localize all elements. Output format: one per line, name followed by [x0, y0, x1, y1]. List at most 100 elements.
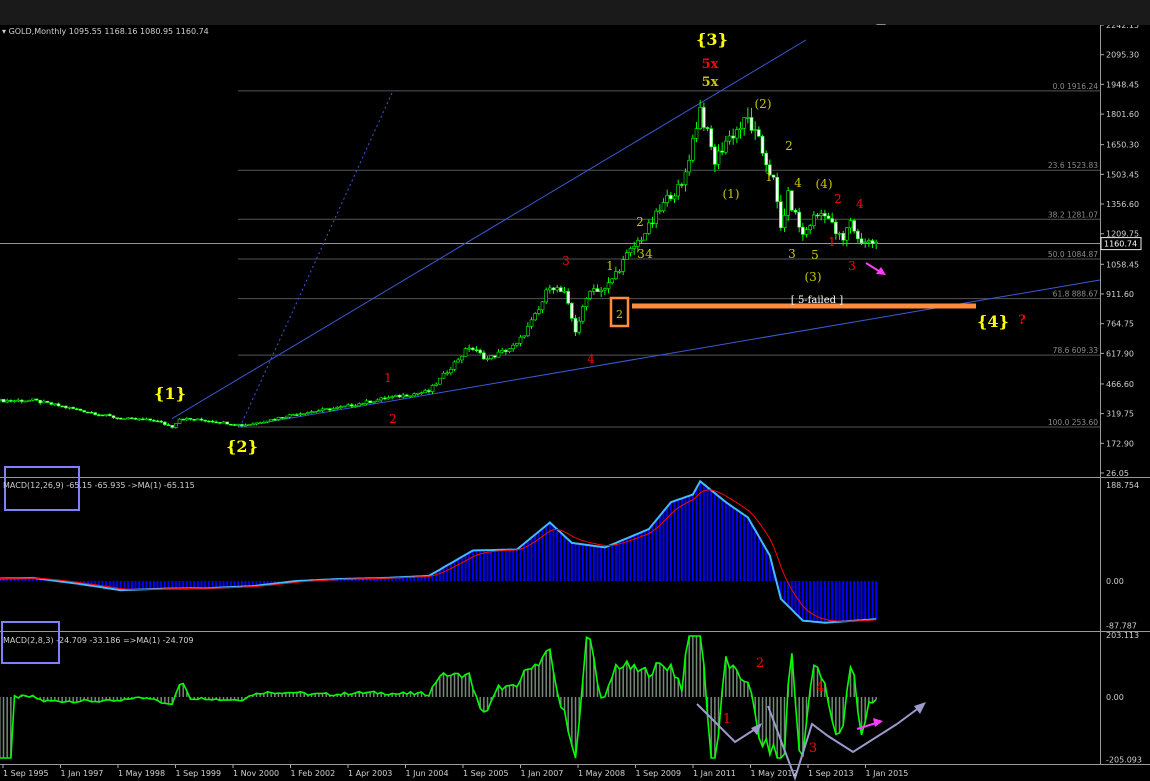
candle-body [507, 348, 512, 353]
wave-label: (3) [805, 270, 822, 284]
candle-body [540, 301, 545, 311]
candle-body [397, 394, 402, 398]
candle-body [526, 326, 530, 337]
candle-body [680, 184, 684, 186]
candle-body [724, 140, 728, 153]
wave-label: 5x [702, 75, 719, 90]
candle-body [141, 418, 145, 421]
candle-body [196, 418, 200, 421]
candle-body [42, 400, 46, 404]
candle-body [97, 414, 101, 416]
candle-body [71, 406, 75, 409]
candle-body [394, 394, 398, 397]
wave-label: 4 [587, 352, 595, 366]
date-axis-label: 1 Jan 2007 [521, 769, 564, 778]
candle-body [511, 344, 515, 349]
candle-body [181, 418, 185, 421]
wave-label: (4) [816, 177, 833, 191]
wave-label: (2) [755, 97, 772, 111]
candle-body [819, 213, 823, 216]
candle-body [295, 414, 299, 416]
candle-body [386, 397, 391, 400]
candle-body [177, 418, 182, 424]
candle-body [0, 399, 2, 401]
candle-body [782, 215, 787, 228]
dropdown-triangle-icon[interactable]: ▾ [2, 27, 6, 36]
wave-label: 3 [637, 247, 645, 261]
candle-body [375, 399, 380, 403]
candle-body [709, 128, 713, 148]
candle-body [804, 229, 809, 235]
candle-body [49, 402, 53, 405]
candle-body [485, 358, 490, 360]
candle-body [306, 412, 310, 414]
price-axis-label: 2242.15 [1106, 25, 1139, 30]
candle-body [430, 385, 435, 392]
candle-body [309, 411, 314, 413]
date-axis-label: 1 Sep 1995 [3, 769, 49, 778]
candle-body [584, 298, 589, 308]
candle-body [93, 412, 97, 415]
candle-body [64, 405, 68, 409]
date-axis-label: 1 Sep 2009 [636, 769, 682, 778]
candle-body [163, 421, 167, 425]
candle-body [830, 218, 834, 223]
candle-body [834, 221, 838, 234]
candle-body [218, 422, 222, 424]
symbol-title: GOLD,Monthly [8, 27, 67, 36]
candle-body [658, 210, 662, 213]
candle-body [251, 423, 255, 426]
candle-body [643, 233, 647, 241]
candle-body [34, 398, 39, 401]
candle-body [232, 424, 237, 426]
wave-label: 1 [723, 712, 731, 727]
wave-label: 1 [606, 259, 614, 273]
candle-body [203, 419, 207, 422]
wave-label: 3 [788, 247, 796, 261]
wave-label: 4 [816, 680, 824, 695]
candle-body [427, 390, 431, 392]
candle-body [577, 320, 581, 333]
candle-body [702, 107, 706, 128]
candle-body [753, 129, 757, 131]
candle-body [537, 309, 541, 314]
candle-body [353, 405, 358, 408]
candle-body [372, 401, 376, 404]
candle-body [82, 410, 86, 413]
candle-body [273, 418, 277, 421]
candle-body [155, 420, 160, 423]
candle-body [533, 313, 537, 321]
candle-body [617, 271, 622, 273]
candle-body [592, 288, 596, 292]
wave-label: {2} [226, 437, 258, 456]
terminal-toolbar [0, 0, 1150, 30]
candle-body [383, 397, 387, 400]
macd2-label: MACD(2,8,3) -24.709 -33.186 =>MA(1) -24.… [3, 636, 194, 645]
candle-body [544, 289, 548, 303]
candle-body [779, 201, 783, 228]
price-axis-label: 319.75 [1106, 410, 1134, 419]
candle-body [731, 135, 735, 139]
candle-body [254, 422, 259, 425]
candle-body [122, 418, 127, 420]
wave-label: 4 [856, 197, 864, 211]
candle-body [16, 399, 20, 402]
candle-body [152, 419, 156, 422]
price-axis-label: 2095.30 [1106, 51, 1139, 60]
candle-body [38, 399, 42, 404]
candle-body [339, 406, 343, 409]
price-axis-label: 617.90 [1106, 349, 1134, 358]
wave-label: 5x [702, 57, 719, 72]
wave-label: {3} [696, 30, 728, 49]
candle-body [848, 220, 853, 229]
candle-body [199, 418, 204, 421]
candle-body [856, 230, 860, 240]
candle-body [214, 421, 218, 424]
candle-body [650, 222, 655, 225]
candle-body [148, 418, 152, 421]
candle-body [570, 303, 574, 319]
candle-body [529, 319, 534, 327]
date-axis-label: 1 Feb 2002 [291, 769, 336, 778]
wave-label: 3 [848, 259, 856, 273]
candle-body [130, 417, 134, 420]
